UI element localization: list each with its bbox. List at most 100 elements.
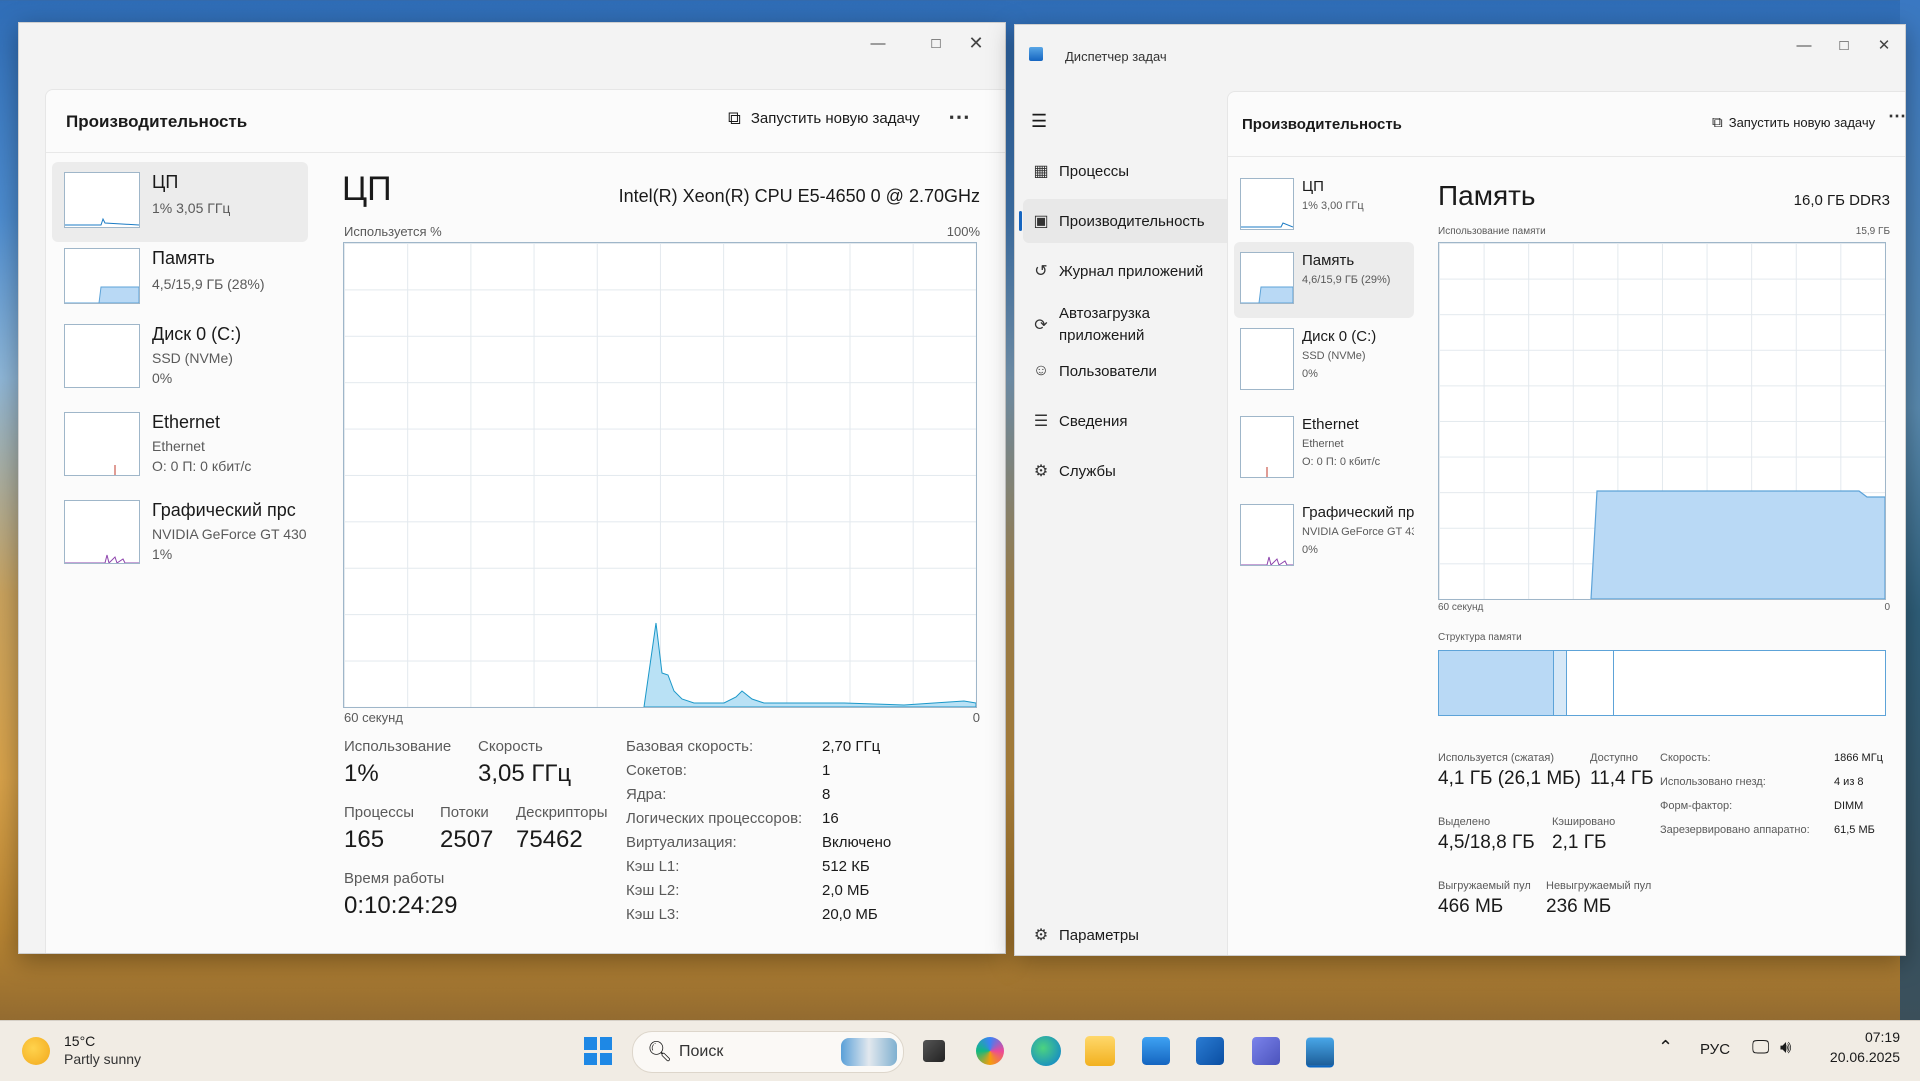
chevron-up-icon[interactable]: ⌃ [1658, 1037, 1673, 1058]
outlook-icon[interactable] [1196, 1037, 1224, 1065]
run-new-task-label: Запустить новую задачу [750, 110, 920, 127]
sidebar-item-label: Графический прс [1302, 504, 1414, 521]
run-new-task-label: Запустить новую задачу [1728, 115, 1876, 130]
gear-icon: ⚙ [1033, 927, 1049, 944]
start-button[interactable] [578, 1031, 618, 1071]
performance-panel: Производительность ⧉ Запустить новую зад… [45, 89, 1005, 953]
sidebar-item-gpu[interactable]: Графический прс NVIDIA GeForce GT 430 1% [52, 490, 308, 576]
page-title: Производительность [66, 112, 248, 131]
weather-widget[interactable]: 15°C Partly sunny [22, 1031, 162, 1071]
stat-handles-value: 75462 [516, 826, 583, 853]
sidebar-item-sub: 4,6/15,9 ГБ (29%) [1302, 274, 1391, 286]
volume-icon[interactable]: 🔊︎ [1780, 1037, 1791, 1058]
stat-threads-label: Потоки [440, 804, 489, 821]
sidebar-item-label: Диск 0 (C:) [152, 324, 242, 344]
stat-handles-label: Дескрипторы [516, 804, 608, 821]
memory-in-use-segment [1439, 651, 1554, 715]
performance-panel: Производительность ⧉ Запустить новую зад… [1227, 91, 1905, 955]
nav-performance[interactable]: ▣ Производительность [1019, 199, 1233, 243]
cpu-usage-label: Используется % [344, 224, 442, 239]
nav-startup[interactable]: ⟳ Автозагрузка приложений [1023, 297, 1233, 353]
run-new-task-button[interactable]: ⧉ Запустить новую задачу [1712, 114, 1875, 131]
sidebar-item-memory[interactable]: Память 4,5/15,9 ГБ (28%) [52, 238, 308, 318]
nav-users[interactable]: ☺ Пользователи [1023, 349, 1233, 393]
sidebar-item-cpu[interactable]: ЦП 1% 3,00 ГГц [1234, 168, 1414, 248]
sidebar-item-sub2: 1% [152, 546, 173, 562]
taskbar-search[interactable]: 🔍︎ Поиск [632, 1031, 904, 1073]
close-button[interactable]: ✕ [947, 23, 1005, 63]
time-axis-zero: 0 [1884, 602, 1890, 613]
detail-key: Сокетов: [626, 762, 687, 779]
gpu-thumbnail [64, 500, 140, 564]
detail-value: 1 [822, 762, 831, 779]
more-options-button[interactable]: ⋯ [948, 104, 971, 130]
cpu-thumbnail [1240, 178, 1294, 230]
store-icon[interactable] [1142, 1037, 1170, 1065]
nav-details[interactable]: ☰ Сведения [1023, 399, 1233, 443]
stat-usage-label: Использование [344, 738, 452, 755]
close-button[interactable]: ✕ [1855, 25, 1905, 65]
minimize-button[interactable]: — [849, 23, 907, 63]
memory-modified-segment [1554, 651, 1567, 715]
language-indicator[interactable]: РУС [1700, 1041, 1730, 1058]
copilot-icon[interactable] [976, 1037, 1004, 1065]
nav-settings[interactable]: ⚙ Параметры [1023, 913, 1233, 955]
file-explorer-icon[interactable] [1085, 1036, 1115, 1066]
sidebar-item-sub: 1% 3,00 ГГц [1302, 200, 1364, 212]
more-options-button[interactable]: ⋯ [1888, 106, 1905, 127]
memory-usage-graph [1438, 242, 1886, 600]
ethernet-thumbnail [1240, 416, 1294, 478]
sidebar-item-cpu[interactable]: ЦП 1% 3,05 ГГц [52, 162, 308, 242]
sidebar-item-sub2: 0% [1302, 544, 1318, 556]
hamburger-icon[interactable]: ☰ [1031, 111, 1047, 132]
task-manager-taskbar-icon[interactable] [1306, 1037, 1334, 1068]
nav-selection-indicator [1019, 211, 1022, 231]
new-task-icon: ⧉ [728, 108, 741, 128]
weather-description: Partly sunny [64, 1051, 142, 1067]
stat-usage-value: 1% [344, 760, 379, 787]
teams-icon[interactable] [1252, 1037, 1280, 1065]
sidebar-item-sub: NVIDIA GeForce GT 430 [152, 526, 307, 542]
time-axis-label: 60 секунд [344, 710, 403, 725]
sidebar-item-memory[interactable]: Память 4,6/15,9 ГБ (29%) [1234, 242, 1414, 318]
detail-value: 512 КБ [822, 858, 870, 875]
new-task-icon: ⧉ [1712, 114, 1723, 131]
time-axis-label: 60 секунд [1438, 602, 1484, 613]
memory-standby-segment [1567, 651, 1614, 715]
sidebar-item-gpu[interactable]: Графический прс NVIDIA GeForce GT 430 0% [1234, 494, 1414, 580]
detail-key: Кэш L1: [626, 858, 680, 875]
edge-icon[interactable] [1031, 1036, 1061, 1066]
time-axis-zero: 0 [972, 710, 980, 725]
stat-threads-value: 2507 [440, 826, 494, 853]
task-manager-window-left: — □ ✕ Производительность ⧉ Запустить нов… [18, 22, 1006, 954]
stat-available-label: Доступно [1590, 752, 1639, 764]
ethernet-thumbnail [64, 412, 140, 476]
sidebar-item-sub: SSD (NVMe) [1302, 350, 1366, 362]
task-view-icon[interactable] [923, 1040, 945, 1062]
cpu-max-label: 100% [946, 224, 980, 239]
network-icon[interactable]: 🖵︎ [1752, 1037, 1769, 1058]
history-icon: ↺ [1034, 263, 1048, 280]
sidebar-item-sub2: О: 0 П: 0 кбит/с [1302, 456, 1381, 468]
detail-key: Скорость: [1660, 752, 1711, 764]
sidebar-item-disk[interactable]: Диск 0 (C:) SSD (NVMe) 0% [1234, 318, 1414, 404]
detail-value: 8 [822, 786, 831, 803]
nav-label: Автозагрузка приложений [1059, 305, 1150, 344]
sidebar-item-disk[interactable]: Диск 0 (C:) SSD (NVMe) 0% [52, 314, 308, 400]
sidebar-item-ethernet[interactable]: Ethernet Ethernet О: 0 П: 0 кбит/с [52, 402, 308, 488]
clock-time[interactable]: 07:19 [1838, 1029, 1900, 1045]
run-new-task-button[interactable]: ⧉ Запустить новую задачу [728, 108, 920, 129]
nav-processes[interactable]: ▦ Процессы [1023, 149, 1233, 193]
grid-icon: ▦ [1033, 163, 1049, 180]
nav-label: Параметры [1059, 926, 1139, 944]
memory-thumbnail [1240, 252, 1294, 304]
clock-date[interactable]: 20.06.2025 [1822, 1049, 1900, 1065]
sidebar-item-ethernet[interactable]: Ethernet Ethernet О: 0 П: 0 кбит/с [1234, 406, 1414, 492]
sidebar-item-sub2: 0% [1302, 368, 1318, 380]
cpu-usage-graph [343, 242, 977, 708]
sidebar-item-label: ЦП [1302, 178, 1324, 195]
nav-label: Журнал приложений [1059, 262, 1204, 280]
nav-services[interactable]: ⚙ Службы [1023, 449, 1233, 493]
nav-app-history[interactable]: ↺ Журнал приложений [1023, 249, 1233, 293]
detail-value: 2,0 МБ [822, 882, 870, 899]
